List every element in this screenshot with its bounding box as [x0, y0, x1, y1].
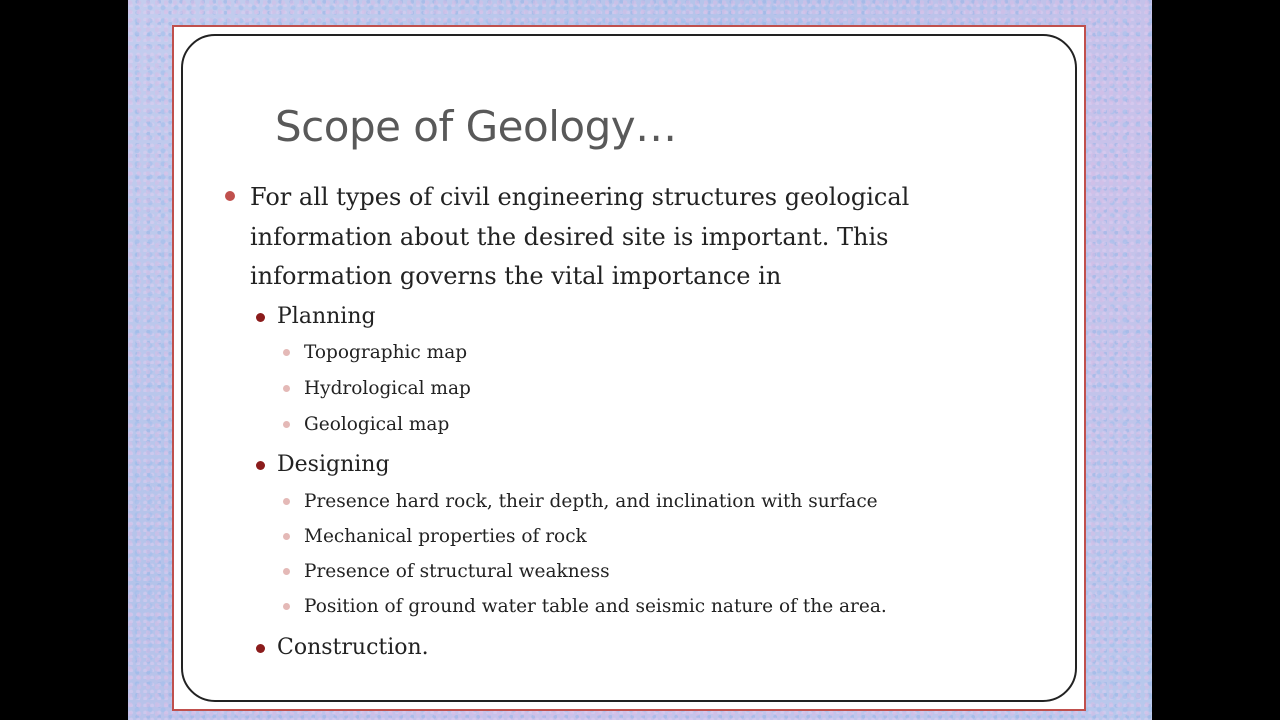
bullet-dot-icon	[283, 568, 290, 575]
bullet-dot-icon	[283, 533, 290, 540]
bullet-dot-icon	[256, 313, 265, 322]
bullet-dot-icon	[283, 498, 290, 505]
content-card: Scope of Geology… For all types of civil…	[181, 34, 1077, 702]
bullet-dot-icon	[283, 349, 290, 356]
list-item: Presence of structural weakness	[304, 561, 610, 582]
slide: Scope of Geology… For all types of civil…	[128, 0, 1152, 720]
bullet-dot-icon	[256, 461, 265, 470]
list-item: Mechanical properties of rock	[304, 526, 587, 547]
section-construction: Construction.	[277, 635, 429, 660]
intro-paragraph: For all types of civil engineering struc…	[248, 178, 1028, 297]
section-designing: Designing	[277, 452, 390, 477]
list-item: Presence hard rock, their depth, and inc…	[304, 491, 878, 512]
bullet-dot-icon	[225, 191, 235, 201]
bullet-dot-icon	[283, 385, 290, 392]
bullet-dot-icon	[283, 421, 290, 428]
slide-frame: Scope of Geology… For all types of civil…	[172, 25, 1086, 711]
intro-text: For all types of civil engineering struc…	[250, 183, 910, 290]
list-item: Hydrological map	[304, 378, 471, 399]
list-item: Topographic map	[304, 342, 468, 363]
bullet-dot-icon	[256, 644, 265, 653]
slide-title: Scope of Geology…	[275, 102, 677, 151]
list-item: Position of ground water table and seism…	[304, 596, 887, 617]
list-item: Geological map	[304, 414, 450, 435]
section-planning: Planning	[277, 304, 376, 329]
bullet-dot-icon	[283, 603, 290, 610]
